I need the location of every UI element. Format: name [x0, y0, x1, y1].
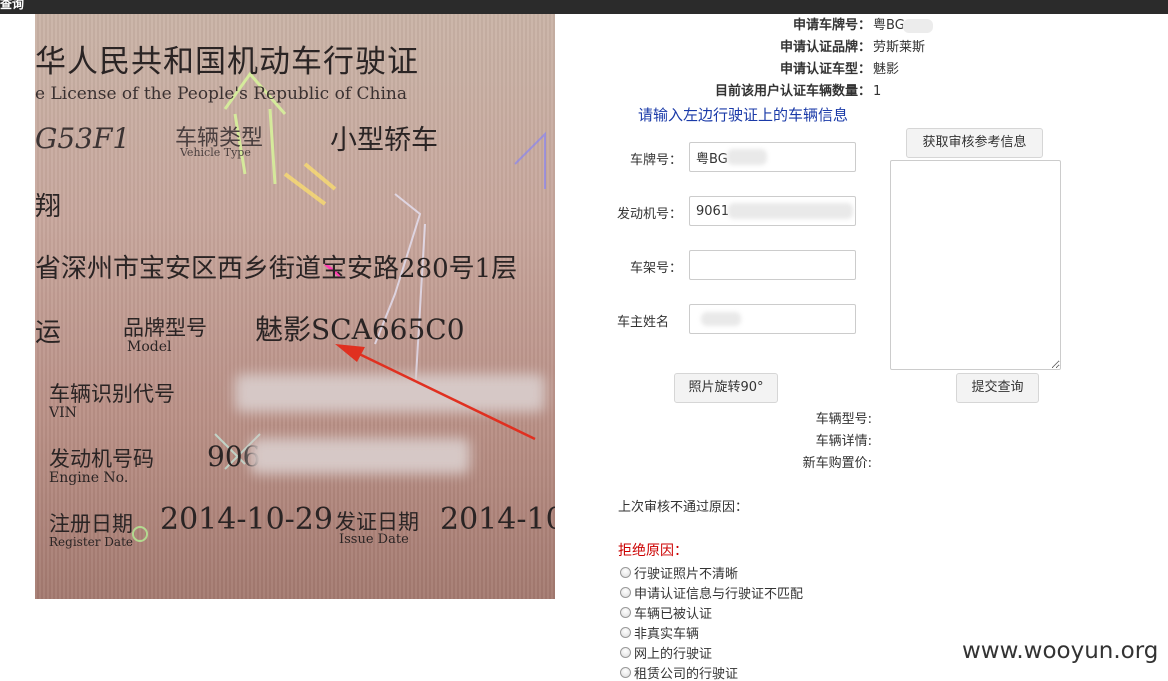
- license-photo: 华人民共和国机动车行驶证 e License of the People's R…: [35, 14, 555, 599]
- form-instruction: 请输入左边行驶证上的车辆信息: [638, 106, 849, 124]
- submit-query-button[interactable]: 提交查询: [956, 373, 1039, 403]
- applied-plate-label: 申请车牌号：: [792, 18, 871, 33]
- reject-option[interactable]: 申请认证信息与行驶证不匹配: [620, 582, 803, 602]
- engine-blur: [250, 438, 470, 474]
- reference-info-textarea[interactable]: [890, 160, 1061, 370]
- applied-model-label: 申请认证车型：: [779, 62, 871, 77]
- radio-button[interactable]: [620, 566, 631, 578]
- license-vehicle-type-value: 小型轿车: [330, 125, 438, 156]
- applied-brand-value: 劳斯莱斯: [873, 40, 926, 55]
- license-vin-label-en: VIN: [49, 405, 77, 421]
- reject-option[interactable]: 租赁公司的行驶证: [620, 662, 803, 681]
- applied-plate-value: 粤BG: [873, 18, 905, 33]
- frame-number-input[interactable]: [689, 250, 856, 280]
- owner-input-mask: [701, 312, 741, 326]
- radio-button[interactable]: [620, 606, 631, 618]
- window-title: 查询: [0, 0, 25, 11]
- reject-option[interactable]: 非真实车辆: [620, 622, 803, 642]
- rotate-photo-button[interactable]: 照片旋转90°: [674, 373, 778, 403]
- plate-field-label: 车牌号：: [630, 153, 683, 168]
- reject-reason-list: 行驶证照片不清晰 申请认证信息与行驶证不匹配 车辆已被认证 非真实车辆 网上的行…: [620, 562, 803, 681]
- watermark: www.wooyun.org: [962, 638, 1159, 664]
- license-title-en: e License of the People's Republic of Ch…: [35, 84, 408, 104]
- license-register-label-en: Register Date: [49, 535, 133, 549]
- license-plate-number: G53F1: [35, 122, 131, 155]
- license-vin-label: 车辆识别代号: [49, 382, 175, 406]
- license-use-nature: 运: [35, 318, 62, 348]
- applied-brand-label: 申请认证品牌：: [779, 40, 871, 55]
- radio-button[interactable]: [620, 626, 631, 638]
- radio-button[interactable]: [620, 646, 631, 658]
- license-register-label: 注册日期: [49, 512, 133, 536]
- license-model-label: 品牌型号: [123, 316, 207, 340]
- license-issue-date: 2014-10: [440, 502, 555, 537]
- frame-field-label: 车架号：: [630, 261, 683, 276]
- license-owner: 翔: [35, 192, 62, 222]
- vehicle-count-value: 1: [873, 84, 882, 99]
- reject-option[interactable]: 车辆已被认证: [620, 602, 803, 622]
- last-review-reason-label: 上次审核不通过原因：: [618, 500, 749, 515]
- engine-field-label: 发动机号：: [617, 207, 683, 222]
- reject-reason-title: 拒绝原因：: [618, 543, 688, 559]
- get-reference-button[interactable]: 获取审核参考信息: [906, 128, 1043, 158]
- vehicle-count-label: 目前该用户认证车辆数量：: [714, 84, 871, 99]
- plate-mask: [902, 18, 933, 33]
- license-engine-label: 发动机号码: [49, 447, 154, 471]
- reject-option[interactable]: 网上的行驶证: [620, 642, 803, 662]
- license-issue-label-en: Issue Date: [339, 532, 409, 547]
- vehicle-detail-result-label: 车辆详情:: [815, 434, 872, 449]
- new-price-result-label: 新车购置价:: [802, 456, 872, 471]
- top-bar: 查询: [0, 0, 1168, 14]
- radio-button[interactable]: [620, 586, 631, 598]
- reject-option[interactable]: 行驶证照片不清晰: [620, 562, 803, 582]
- plate-input-mask: [727, 149, 767, 165]
- engine-input-mask: [728, 203, 853, 219]
- vehicle-model-result-label: 车辆型号:: [815, 412, 872, 427]
- license-register-date: 2014-10-29: [160, 502, 333, 537]
- license-title-cn: 华人民共和国机动车行驶证: [35, 44, 419, 80]
- license-address: 省深州市宝安区西乡街道宝安路280号1层: [35, 254, 518, 284]
- applied-model-value: 魅影: [873, 62, 900, 77]
- owner-field-label: 车主姓名: [617, 315, 670, 330]
- license-vehicle-type-label-en: Vehicle Type: [180, 146, 251, 159]
- vin-blur: [235, 374, 545, 412]
- license-engine-label-en: Engine No.: [49, 470, 129, 486]
- license-model-label-en: Model: [127, 339, 172, 355]
- plate-input[interactable]: [689, 142, 856, 172]
- license-model-value: 魅影SCA665C0: [255, 313, 465, 346]
- radio-button[interactable]: [620, 666, 631, 678]
